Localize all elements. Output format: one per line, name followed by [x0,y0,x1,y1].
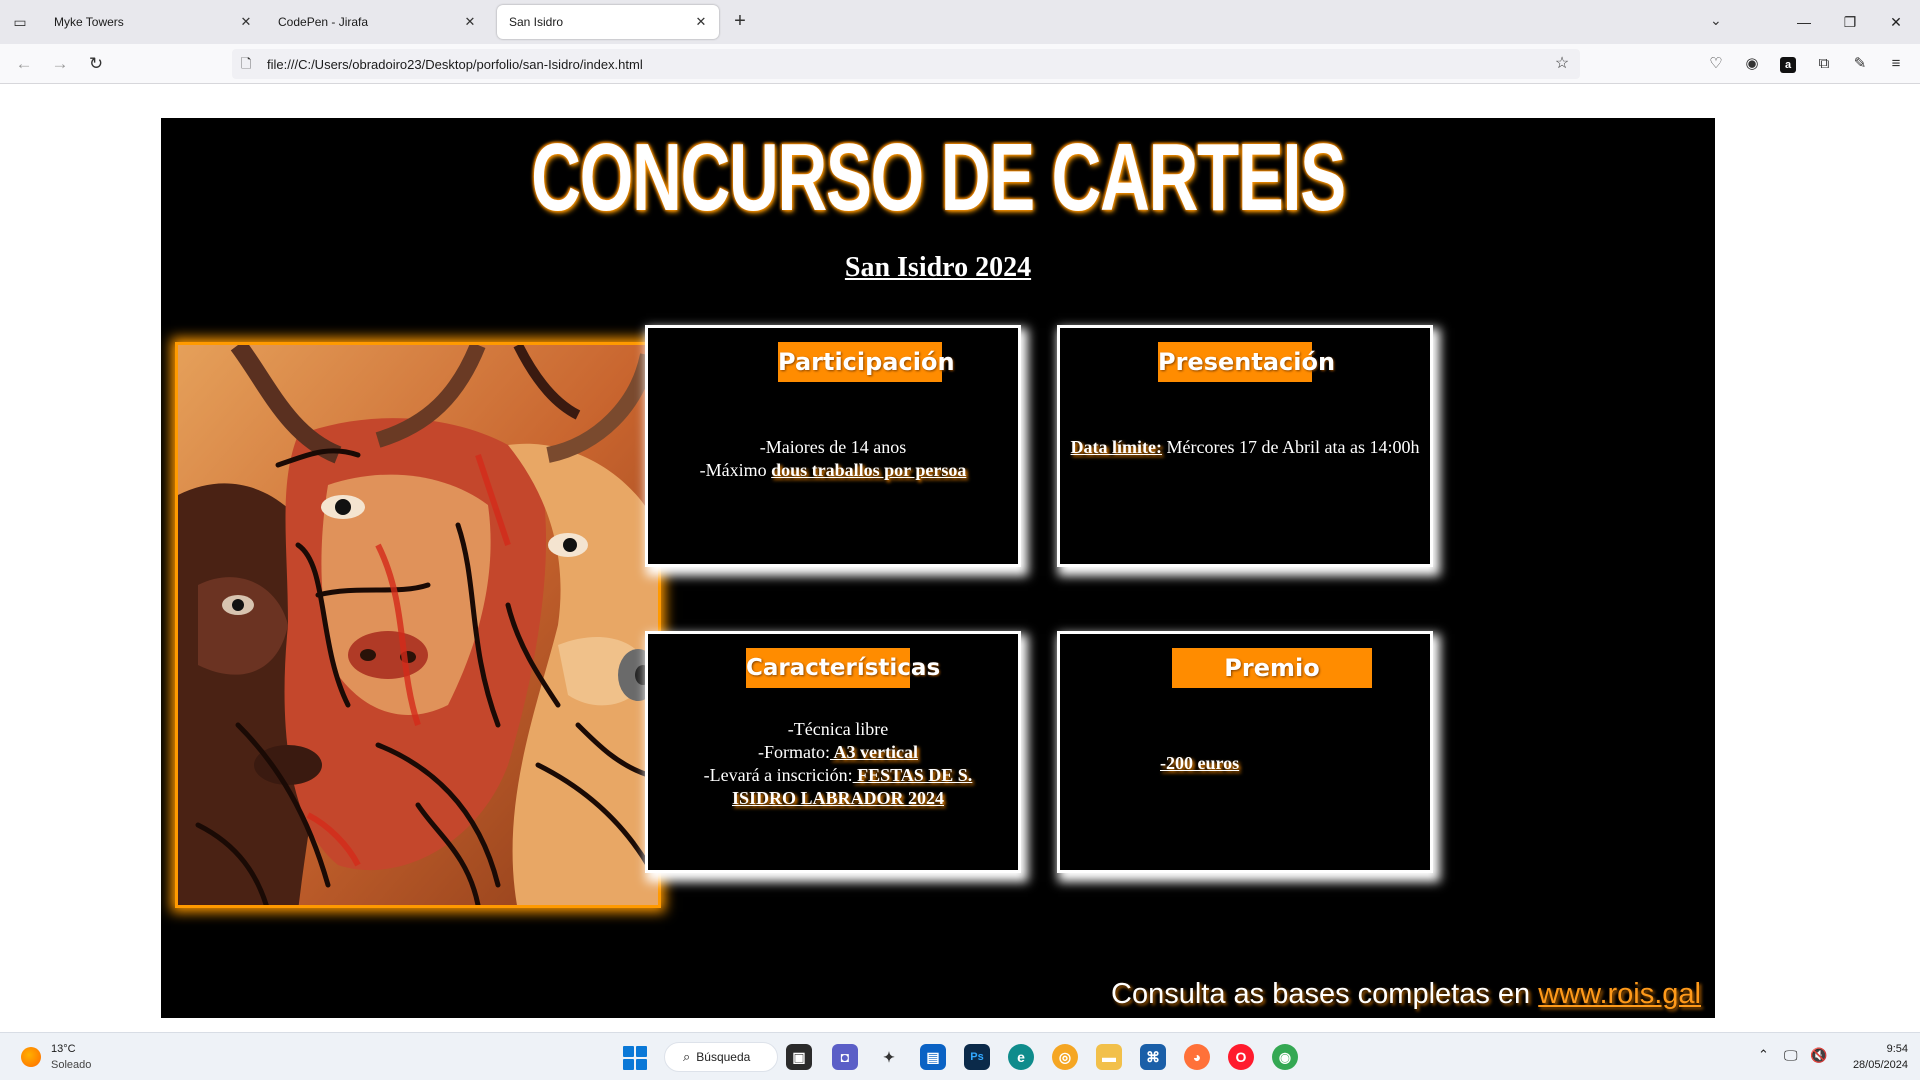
search-label: Búsqueda [696,1050,751,1064]
close-icon[interactable]: ✕ [238,14,254,30]
card-heading: Presentación [1158,342,1335,382]
minimize-icon[interactable]: — [1792,10,1816,34]
search-icon: ⌕ [683,1049,691,1064]
url-text: file:///C:/Users/obradoiro23/Desktop/por… [267,56,643,72]
pocket-icon[interactable]: ♡ [1704,52,1728,76]
card-heading: Premio [1172,648,1372,688]
network-icon[interactable]: 🖵 [1784,1047,1798,1064]
eyedropper-icon[interactable]: ✎ [1848,52,1872,76]
card-highlight: A3 vertical [830,742,918,762]
close-icon[interactable]: ✕ [462,14,478,30]
menu-icon[interactable]: ≡ [1884,52,1908,76]
card-line: -Máximo dous traballos por persoa [658,459,1008,482]
forward-arrow-icon[interactable]: → [48,52,72,76]
file-explorer-icon[interactable]: ▬ [1096,1044,1122,1070]
card-text: Mércores 17 de Abril ata as 14:00h [1162,437,1420,457]
card-text: -Formato: [758,742,830,762]
page-viewport: CONCURSO DE CARTEIS San Isidro 2024 Part… [0,85,1920,1032]
card-line: -Técnica libre [787,719,889,739]
page-icon: 🗋 [241,56,252,71]
card-highlight: Data límite: [1070,437,1163,457]
card-heading: Participación [778,342,955,382]
card-participacion: Participación -Maiores de 14 anos -Máxim… [645,325,1021,567]
nav-bar: ← → ↻ 🗋 file:///C:/Users/obradoiro23/Des… [0,44,1920,84]
chevron-up-icon[interactable]: ⌃ [1758,1047,1769,1063]
page-title: CONCURSO DE CARTEIS [531,124,1346,231]
card-premio: Premio -200 euros [1057,631,1433,873]
new-tab-icon[interactable]: + [728,10,752,34]
sun-icon[interactable] [21,1047,41,1067]
taskbar-search[interactable]: ⌕ Búsqueda [664,1042,778,1072]
tab-list-icon[interactable]: ▭ [8,10,32,34]
photoshop-icon[interactable]: Ps [964,1044,990,1070]
restore-icon[interactable]: ❐ [1838,10,1862,34]
opera-icon[interactable]: O [1228,1044,1254,1070]
chevron-down-icon[interactable]: ⌄ [1710,12,1722,29]
teams-icon[interactable]: ◘ [832,1044,858,1070]
card-text: -Máximo [699,460,772,480]
card-presentacion: Presentación Data límite: Mércores 17 de… [1057,325,1433,567]
card-line: -Levará a inscrición: FESTAS DE S. ISIDR… [678,764,998,810]
card-line: -Formato: A3 vertical [678,741,998,764]
card-body: -200 euros [1160,752,1239,775]
card-heading: Características [746,648,940,688]
extensions-icon[interactable]: ⧉ [1812,52,1836,76]
address-bar[interactable]: 🗋 file:///C:/Users/obradoiro23/Desktop/p… [232,49,1580,79]
bookmark-star-icon[interactable]: ☆ [1552,54,1572,74]
card-body: Data límite: Mércores 17 de Abril ata as… [1070,436,1420,459]
bull-painting-image [175,342,661,908]
card-text: -Levará a inscrición: [703,765,853,785]
clock-date[interactable]: 28/05/2024 [1828,1059,1908,1071]
bird-app-icon[interactable]: ✦ [876,1044,902,1070]
card-body: -Maiores de 14 anos -Máximo dous traball… [658,436,1008,482]
weather-condition[interactable]: Soleado [51,1059,91,1071]
tab-label: San Isidro [509,15,564,29]
tab-bar: ▭ Myke Towers ✕ CodePen - Jirafa ✕ San I… [0,0,1920,44]
terminal-app-icon[interactable]: ⌘ [1140,1044,1166,1070]
chrome-icon[interactable]: ◉ [1272,1044,1298,1070]
footer-link[interactable]: www.rois.gal [1538,978,1701,1010]
tab-myke-towers[interactable]: Myke Towers ✕ [42,5,264,39]
tab-san-isidro[interactable]: San Isidro ✕ [497,5,719,39]
poster: CONCURSO DE CARTEIS San Isidro 2024 Part… [161,118,1715,1018]
account-icon[interactable]: ◉ [1740,52,1764,76]
store-icon[interactable]: ▤ [920,1044,946,1070]
tab-codepen-jirafa[interactable]: CodePen - Jirafa ✕ [266,5,488,39]
card-body: -Técnica libre -Formato: A3 vertical -Le… [678,718,998,810]
tab-label: CodePen - Jirafa [278,15,369,29]
footer-text: Consulta as bases completas en www.rois.… [1061,978,1701,1011]
windows-start-icon[interactable] [623,1046,647,1070]
chromium-app-icon[interactable]: ◎ [1052,1044,1078,1070]
amazon-icon[interactable]: a [1776,52,1800,76]
card-highlight: dous traballos por persoa [771,460,967,480]
reload-icon[interactable]: ↻ [84,52,108,76]
taskbar: 13°C Soleado ⌕ Búsqueda ▣ ◘ ✦ ▤ Ps e ◎ ▬… [0,1032,1920,1080]
firefox-icon[interactable]: ◕ [1184,1044,1210,1070]
tab-label: Myke Towers [54,15,124,29]
weather-temp[interactable]: 13°C [51,1043,76,1055]
close-icon[interactable]: ✕ [693,14,709,30]
volume-muted-icon[interactable]: 🔇 [1810,1047,1827,1064]
footer-label: Consulta as bases completas en [1111,978,1539,1010]
close-window-icon[interactable]: ✕ [1884,10,1908,34]
page-subtitle: San Isidro 2024 [844,252,1032,283]
clock-time[interactable]: 9:54 [1858,1043,1908,1055]
card-line: -Maiores de 14 anos [759,437,907,457]
card-caracteristicas: Características -Técnica libre -Formato:… [645,631,1021,873]
task-view-icon[interactable]: ▣ [786,1044,812,1070]
edge-icon[interactable]: e [1008,1044,1034,1070]
card-highlight: -200 euros [1160,753,1240,773]
back-arrow-icon[interactable]: ← [12,52,36,76]
